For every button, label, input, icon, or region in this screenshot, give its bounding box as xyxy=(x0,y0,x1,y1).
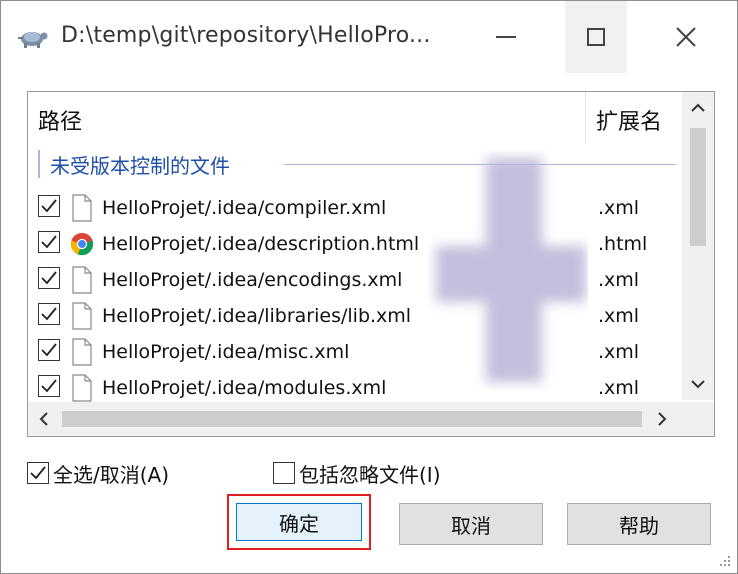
chrome-icon xyxy=(70,230,94,258)
scroll-right-button[interactable] xyxy=(646,402,678,436)
horizontal-scroll-thumb[interactable] xyxy=(62,411,642,427)
row-checkbox[interactable] xyxy=(38,195,60,217)
file-path: HelloProjet/.idea/libraries/lib.xml xyxy=(102,305,412,327)
file-path: HelloProjet/.idea/misc.xml xyxy=(102,341,350,363)
row-checkbox[interactable] xyxy=(38,375,60,397)
table-row[interactable]: HelloProjet/.idea/description.html .html xyxy=(28,226,680,262)
group-label: 未受版本控制的文件 xyxy=(50,150,236,179)
file-path: HelloProjet/.idea/compiler.xml xyxy=(102,197,387,219)
file-icon xyxy=(70,338,94,366)
tortoise-icon xyxy=(18,32,48,48)
title-bar[interactable]: D:\temp\git\repository\HelloPro... xyxy=(1,1,737,73)
checkmark-icon xyxy=(41,379,57,393)
file-list[interactable]: 路径 扩展名 未受版本控制的文件 HelloProjet/.idea/compi… xyxy=(27,91,715,437)
ok-button[interactable]: 确定 xyxy=(227,494,371,550)
select-all-check-box[interactable] xyxy=(27,462,49,484)
file-icon xyxy=(70,374,94,402)
row-checkbox[interactable] xyxy=(38,231,60,253)
table-row[interactable]: HelloProjet/.idea/encodings.xml .xml xyxy=(28,262,680,298)
table-row[interactable]: HelloProjet/.idea/compiler.xml .xml xyxy=(28,190,680,226)
file-icon xyxy=(70,302,94,330)
window-title: D:\temp\git\repository\HelloPro... xyxy=(61,23,431,48)
include-ignored-label[interactable]: 包括忽略文件(I) xyxy=(299,459,441,488)
file-extension: .xml xyxy=(598,269,640,291)
row-checkbox[interactable] xyxy=(38,303,60,325)
checkmark-icon xyxy=(30,466,46,480)
checkmark-icon xyxy=(41,307,57,321)
maximize-icon xyxy=(587,28,605,46)
chevron-right-icon xyxy=(658,412,667,426)
group-header-unversioned: 未受版本控制的文件 xyxy=(38,150,678,180)
select-all-checkbox[interactable]: 全选/取消(A) xyxy=(27,459,169,487)
file-extension: .xml xyxy=(598,197,640,219)
table-row[interactable]: HelloProjet/.idea/libraries/lib.xml .xml xyxy=(28,298,680,334)
group-divider xyxy=(38,150,40,178)
select-all-label[interactable]: 全选/取消(A) xyxy=(53,459,169,488)
file-extension: .html xyxy=(598,233,648,255)
ok-button-label[interactable]: 确定 xyxy=(236,503,362,541)
group-divider-line xyxy=(284,164,676,165)
scroll-left-button[interactable] xyxy=(28,402,60,436)
scrollbar-corner xyxy=(680,402,714,436)
maximize-button[interactable] xyxy=(565,1,627,73)
include-ignored-checkbox[interactable]: 包括忽略文件(I) xyxy=(273,459,441,487)
file-path: HelloProjet/.idea/modules.xml xyxy=(102,377,387,399)
file-extension: .xml xyxy=(598,305,640,327)
vertical-scroll-thumb[interactable] xyxy=(690,128,706,246)
minimize-button[interactable] xyxy=(475,1,537,73)
row-checkbox[interactable] xyxy=(38,339,60,361)
column-header-path[interactable]: 路径 xyxy=(38,104,82,136)
close-button[interactable] xyxy=(655,1,717,73)
file-icon xyxy=(70,194,94,222)
file-extension: .xml xyxy=(598,341,640,363)
scroll-up-button[interactable] xyxy=(682,92,714,124)
cancel-button[interactable]: 取消 xyxy=(399,503,543,545)
table-row[interactable]: HelloProjet/.idea/misc.xml .xml xyxy=(28,334,680,370)
checkmark-icon xyxy=(41,235,57,249)
column-divider[interactable] xyxy=(585,92,586,144)
checkmark-icon xyxy=(41,271,57,285)
file-path: HelloProjet/.idea/encodings.xml xyxy=(102,269,403,291)
scroll-down-button[interactable] xyxy=(682,368,714,400)
table-row[interactable]: HelloProjet/.idea/modules.xml .xml xyxy=(28,370,680,406)
checkmark-icon xyxy=(41,343,57,357)
file-extension: .xml xyxy=(598,377,640,399)
include-ignored-check-box[interactable] xyxy=(273,462,295,484)
row-checkbox[interactable] xyxy=(38,267,60,289)
add-files-dialog: D:\temp\git\repository\HelloPro... 路径 扩展… xyxy=(0,0,738,574)
chevron-up-icon xyxy=(691,103,705,112)
chevron-down-icon xyxy=(691,380,705,389)
vertical-scrollbar[interactable] xyxy=(682,92,714,400)
list-header: 路径 扩展名 xyxy=(28,92,680,144)
resize-grip-icon[interactable] xyxy=(717,553,731,567)
file-icon xyxy=(70,266,94,294)
horizontal-scrollbar[interactable] xyxy=(28,402,714,436)
close-icon xyxy=(676,27,696,47)
column-header-extension[interactable]: 扩展名 xyxy=(596,104,662,136)
help-button[interactable]: 帮助 xyxy=(567,503,711,545)
file-path: HelloProjet/.idea/description.html xyxy=(102,233,420,255)
minimize-icon xyxy=(496,36,516,38)
checkmark-icon xyxy=(41,199,57,213)
chevron-left-icon xyxy=(39,412,48,426)
